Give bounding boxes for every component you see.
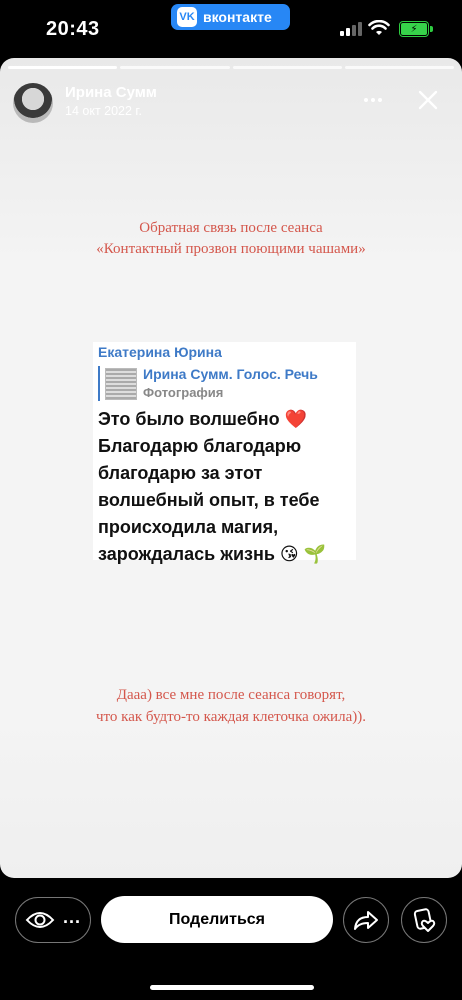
caption-top: Обратная связь после сеанса «Контактный … (0, 218, 462, 260)
share-button[interactable]: Поделиться (101, 896, 333, 943)
message-screenshot: Екатерина Юрина Ирина Сумм. Голос. Речь … (93, 342, 356, 564)
message-line: благодарю за этот (98, 463, 263, 483)
quote-author: Ирина Сумм. Голос. Речь (143, 366, 318, 382)
eye-icon (25, 912, 55, 928)
message-line: Благодарю благодарю (98, 436, 302, 456)
vk-logo-icon: VK (177, 7, 197, 27)
vk-app-pill[interactable]: VK вконтакте (171, 4, 290, 30)
progress-segment (344, 66, 454, 69)
caption-line: что как будто-то каждая клеточка ожила))… (96, 709, 366, 725)
message-sender: Екатерина Юрина (98, 344, 222, 360)
progress-segment (232, 66, 342, 69)
story-progress (8, 66, 454, 69)
story-date: 14 окт 2022 г. (65, 104, 142, 118)
caption-line: «Контактный прозвон поющими чашами» (96, 241, 366, 257)
views-more-dots: ... (62, 906, 81, 927)
author-name[interactable]: Ирина Сумм (65, 84, 157, 101)
author-avatar[interactable] (13, 83, 53, 123)
close-icon[interactable] (414, 86, 442, 114)
caption-line: Обратная связь после сеанса (139, 220, 323, 236)
message-text: Это было волшебно ❤️ Благодарю благодарю… (98, 406, 352, 568)
story-viewer[interactable]: Ирина Сумм 14 окт 2022 г. Обратная связь… (0, 58, 462, 878)
message-line: зарождалась жизнь 😘 🌱 (98, 544, 327, 564)
cell-signal-icon (340, 22, 362, 36)
wifi-icon (368, 20, 390, 35)
message-line: происходила магия, (98, 517, 279, 537)
caption-bottom: Дааа) все мне после сеанса говорят, что … (0, 684, 462, 728)
status-bar: 20:43 VK вконтакте ⚡ (0, 0, 462, 58)
forward-button[interactable] (343, 897, 389, 943)
battery-icon: ⚡ (399, 21, 433, 37)
message-line: волшебный опыт, в тебе (98, 490, 320, 510)
message-line: Это было волшебно ❤️ (98, 409, 308, 429)
forward-icon (354, 911, 378, 930)
quote-thumbnail (105, 368, 137, 400)
like-icon (413, 908, 436, 932)
more-options-button[interactable] (360, 90, 386, 110)
like-button[interactable] (401, 897, 447, 943)
quote-bar (98, 366, 100, 401)
views-button[interactable]: ... (15, 897, 91, 943)
status-time: 20:43 (46, 18, 100, 40)
home-indicator[interactable] (150, 985, 314, 990)
caption-line: Дааа) все мне после сеанса говорят, (116, 687, 346, 703)
progress-segment (120, 66, 230, 69)
vk-app-label: вконтакте (203, 9, 272, 25)
quote-type: Фотография (143, 385, 224, 400)
progress-segment (8, 66, 118, 69)
